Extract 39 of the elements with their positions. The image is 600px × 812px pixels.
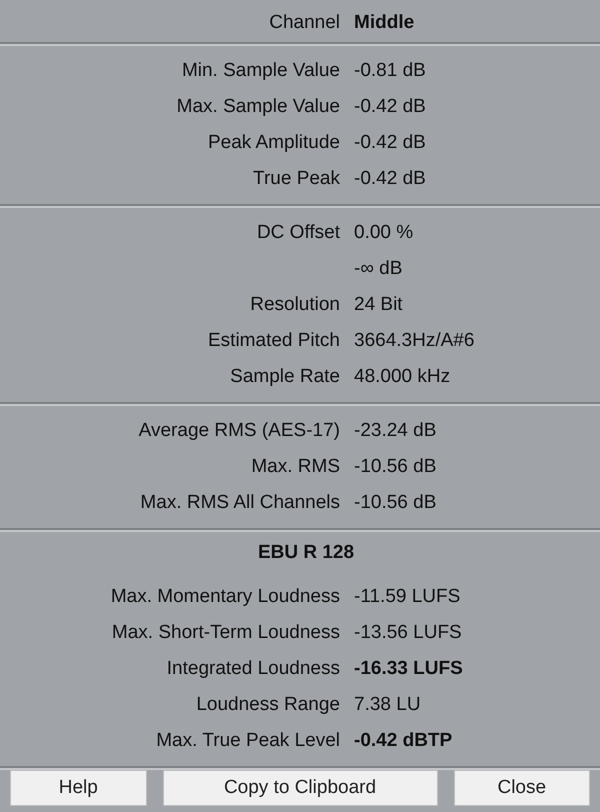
field-label: Max. Momentary Loudness (110, 585, 340, 609)
field-label: Channel (268, 11, 340, 35)
section-title: EBU R 128 (256, 541, 356, 565)
dialog-button[interactable]: Close (454, 770, 590, 806)
dialog-button[interactable]: Copy to Clipboard (162, 770, 438, 806)
field-label: Estimated Pitch (207, 329, 340, 353)
field-label: Peak Amplitude (206, 131, 340, 155)
field-value: -0.42 dB (354, 131, 427, 155)
field-label: Max. True Peak Level (155, 729, 340, 753)
field-value: Middle (354, 11, 416, 35)
field-value: -∞ dB (354, 257, 404, 281)
field-value: -11.59 LUFS (354, 585, 462, 609)
field-value: 0.00 % (354, 221, 414, 245)
field-value: 24 Bit (354, 293, 404, 317)
field-value: 3664.3Hz/A#6 (354, 329, 476, 353)
field-value: -10.56 dB (354, 455, 438, 479)
field-label: Max. RMS All Channels (139, 491, 340, 515)
field-value: -0.42 dB (354, 167, 427, 191)
field-label: True Peak (252, 167, 340, 191)
field-value: -0.81 dB (354, 59, 427, 83)
field-value: 48.000 kHz (354, 365, 452, 389)
field-label: Max. Sample Value (176, 95, 340, 119)
field-label: Average RMS (AES-17) (138, 419, 340, 443)
field-label: Sample Rate (229, 365, 340, 389)
field-label: Resolution (249, 293, 340, 317)
field-value: 7.38 LU (354, 693, 422, 717)
field-label: DC Offset (256, 221, 340, 245)
field-value: -16.33 LUFS (354, 657, 464, 681)
field-label: Min. Sample Value (180, 59, 340, 83)
dialog-button[interactable]: Help (10, 770, 147, 806)
field-value: -0.42 dBTP (354, 729, 454, 753)
field-label: Max. RMS (250, 455, 340, 479)
field-label: Loudness Range (195, 693, 340, 717)
field-value: -23.24 dB (354, 419, 438, 443)
field-label: Max. Short-Term Loudness (110, 621, 340, 645)
field-value: -0.42 dB (354, 95, 427, 119)
field-value: -10.56 dB (354, 491, 438, 515)
field-label: Integrated Loudness (166, 657, 340, 681)
field-value: -13.56 LUFS (354, 621, 463, 645)
